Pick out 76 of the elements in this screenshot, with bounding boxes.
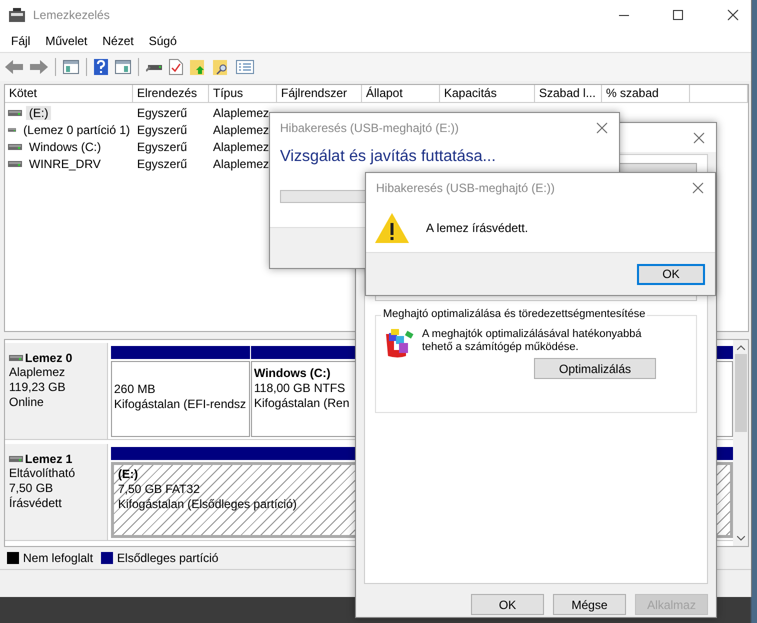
- table-cell[interactable]: WINRE_DRV: [26, 156, 104, 170]
- table-cell[interactable]: Windows (C:): [26, 140, 104, 154]
- disk-detail: Írásvédett: [9, 496, 63, 511]
- menu-item[interactable]: Művelet: [45, 34, 88, 48]
- table-cell[interactable]: (Lemez 0 partíció 1): [20, 122, 133, 136]
- legend-label: Nem lefoglalt: [23, 551, 94, 565]
- partition-detail: 118,00 GB NTFS: [254, 381, 346, 396]
- partition-title: Windows (C:): [254, 366, 331, 381]
- menu-item[interactable]: Fájl: [11, 34, 30, 48]
- table-cell[interactable]: (E:): [26, 106, 52, 120]
- partition-box[interactable]: 260 MB Kifogástalan (EFI-rendsz: [111, 361, 250, 437]
- close-icon[interactable]: [727, 9, 739, 21]
- folder-search-icon[interactable]: [213, 59, 229, 75]
- partition-title: (E:): [118, 467, 138, 482]
- partition-detail: Kifogástalan (Ren: [254, 396, 350, 411]
- partition-detail: 260 MB: [114, 382, 156, 397]
- disk-detail: 7,50 GB: [9, 481, 54, 496]
- dialog-title: Hibakeresés (USB-meghajtó (E:)): [376, 180, 555, 194]
- drive-icon: [9, 355, 23, 361]
- scroll-up-icon[interactable]: [736, 345, 744, 350]
- close-icon[interactable]: [692, 182, 704, 194]
- drive-icon: [8, 144, 22, 150]
- drive-icon[interactable]: [146, 62, 162, 72]
- menu-item[interactable]: Súgó: [148, 34, 177, 48]
- disk-detail: Online: [9, 395, 45, 410]
- disk-detail: 119,23 GB: [9, 380, 66, 395]
- table-cell-text: Egyszerű: [136, 106, 188, 120]
- table-cell-text: Alaplemez: [212, 106, 270, 120]
- disk-detail: Eltávolítható: [9, 466, 76, 481]
- app-icon: [9, 8, 25, 22]
- message-text: A lemez írásvédett.: [426, 221, 528, 235]
- drive-icon: [8, 160, 22, 166]
- close-icon[interactable]: [693, 132, 705, 144]
- list-icon[interactable]: [236, 60, 254, 74]
- panel-icon[interactable]: [63, 60, 79, 74]
- window-title: Lemezkezelés: [33, 8, 110, 22]
- table-cell-text: Alaplemez: [212, 156, 270, 170]
- partition-detail: 7,50 GB FAT32: [118, 482, 200, 497]
- dialog-button[interactable]: Mégse: [553, 594, 626, 615]
- forward-arrow-icon[interactable]: [30, 60, 48, 74]
- ok-button[interactable]: OK: [637, 264, 705, 284]
- panel-icon[interactable]: [115, 60, 131, 74]
- warning-icon: [375, 213, 409, 243]
- back-arrow-icon[interactable]: [5, 60, 23, 74]
- table-cell-text: Egyszerű: [136, 122, 188, 136]
- disk-name: Lemez 1: [25, 452, 72, 466]
- maximize-icon[interactable]: [673, 10, 683, 20]
- checklist-icon[interactable]: [169, 59, 183, 75]
- blocks-icon: [384, 328, 416, 360]
- table-cell-text: Egyszerű: [136, 140, 188, 154]
- legend-label: Elsődleges partíció: [117, 551, 218, 565]
- help-icon[interactable]: [94, 59, 108, 75]
- group-title: Meghajtó optimalizálása és töredezettségmentesítése: [381, 308, 648, 320]
- scroll-thumb[interactable]: [734, 354, 746, 432]
- table-cell-text: Alaplemez: [212, 140, 270, 154]
- scroll-down-icon[interactable]: [736, 536, 744, 541]
- menu-item[interactable]: Nézet: [102, 34, 134, 48]
- disk-label-panel[interactable]: Lemez 1 Eltávolítható 7,50 GB Írásvédett: [5, 444, 108, 540]
- dialog-heading: Vizsgálat és javítás futtatása...: [279, 147, 497, 166]
- drive-icon: [8, 110, 22, 116]
- disk-label-panel[interactable]: Lemez 0 Alaplemez 119,23 GB Online: [5, 343, 108, 439]
- dialog-button[interactable]: OK: [471, 594, 544, 615]
- scrollbar[interactable]: [733, 340, 748, 546]
- table-cell-text: Egyszerű: [136, 156, 188, 170]
- drive-icon: [9, 456, 23, 462]
- table-cell-text: Alaplemez: [212, 122, 270, 136]
- optimize-button[interactable]: Optimalizálás: [534, 358, 656, 379]
- drive-icon: [8, 126, 16, 132]
- close-icon[interactable]: [596, 122, 608, 134]
- disk-name: Lemez 0: [25, 351, 72, 365]
- partition-detail: Kifogástalan (Elsődleges partíció): [118, 497, 297, 512]
- partition-detail: Kifogástalan (EFI-rendsz: [114, 397, 246, 412]
- folder-up-icon[interactable]: [190, 59, 206, 75]
- description-text: A meghajtók optimalizálásával hatékonyabbá tehető a számítógép működése.: [422, 328, 643, 354]
- dialog-title: Hibakeresés (USB-meghajtó (E:)): [280, 120, 459, 134]
- disk-detail: Alaplemez: [9, 365, 66, 380]
